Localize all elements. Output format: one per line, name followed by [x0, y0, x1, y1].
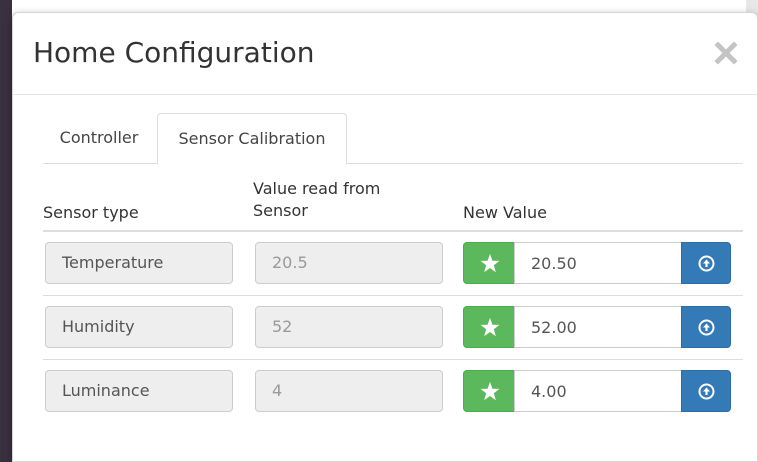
star-button[interactable]	[463, 306, 515, 348]
upload-button[interactable]	[681, 242, 731, 284]
config-tabs: Controller Sensor Calibration	[43, 113, 743, 165]
sensor-type-field: Luminance	[45, 370, 233, 412]
value-read-field: 20.5	[255, 242, 443, 284]
upload-button[interactable]	[681, 306, 731, 348]
new-value-group	[463, 370, 731, 412]
table-header: Sensor type Value read from Sensor New V…	[43, 164, 743, 232]
modal-title: Home Configuration	[33, 36, 315, 69]
new-value-group	[463, 306, 731, 348]
header-value-read: Value read from Sensor	[253, 179, 381, 220]
tab-sensor-calibration[interactable]: Sensor Calibration	[157, 113, 347, 165]
new-value-input[interactable]	[514, 370, 682, 412]
value-read-field: 52	[255, 306, 443, 348]
home-configuration-modal: Home Configuration Controller Sensor Cal…	[12, 12, 758, 462]
new-value-input[interactable]	[514, 306, 682, 348]
circle-arrow-up-icon	[698, 255, 715, 272]
sensor-type-field: Humidity	[45, 306, 233, 348]
close-icon	[714, 41, 738, 65]
star-icon	[480, 254, 500, 273]
star-icon	[480, 318, 500, 337]
circle-arrow-up-icon	[698, 383, 715, 400]
sensor-type-field: Temperature	[45, 242, 233, 284]
star-button[interactable]	[463, 242, 515, 284]
star-icon	[480, 382, 500, 401]
upload-button[interactable]	[681, 370, 731, 412]
tab-controller[interactable]: Controller	[43, 113, 155, 164]
circle-arrow-up-icon	[698, 319, 715, 336]
table-row: Luminance 4	[43, 360, 743, 422]
header-sensor-type: Sensor type	[43, 203, 139, 222]
header-new-value: New Value	[463, 203, 547, 222]
new-value-group	[463, 242, 731, 284]
star-button[interactable]	[463, 370, 515, 412]
modal-header: Home Configuration	[13, 13, 757, 95]
table-row: Humidity 52	[43, 296, 743, 360]
new-value-input[interactable]	[514, 242, 682, 284]
table-row: Temperature 20.5	[43, 232, 743, 296]
value-read-field: 4	[255, 370, 443, 412]
close-button[interactable]	[713, 37, 739, 67]
